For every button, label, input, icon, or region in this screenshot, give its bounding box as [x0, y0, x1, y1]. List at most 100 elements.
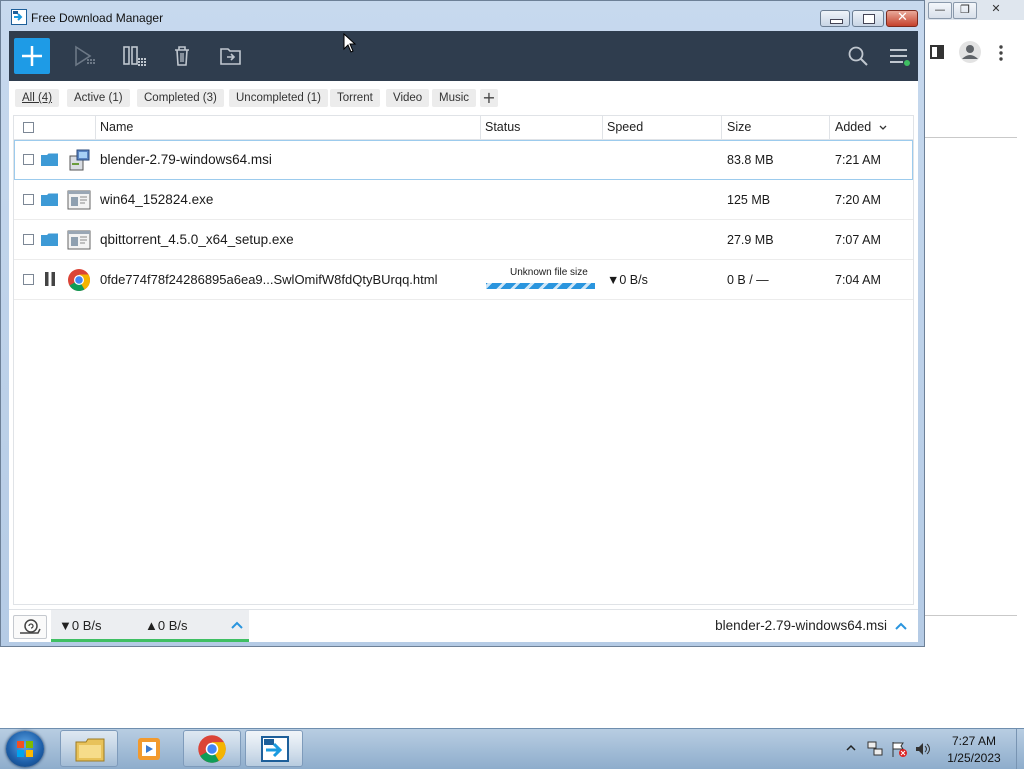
filter-completed[interactable]: Completed (3) [137, 89, 224, 107]
filter-music[interactable]: Music [432, 89, 477, 107]
filter-uncompleted[interactable]: Uncompleted (1) [229, 89, 329, 107]
taskbar-chrome[interactable] [183, 730, 241, 767]
clock-time[interactable]: 7:27 AM [934, 734, 1014, 748]
open-folder-icon[interactable] [41, 193, 58, 206]
divider [925, 615, 1017, 616]
added-time: 7:21 AM [835, 153, 881, 167]
show-desktop-button[interactable] [1016, 729, 1024, 769]
total-download-speed: ▼0 B/s [59, 618, 102, 633]
chrome-icon [198, 735, 226, 763]
restore-button[interactable] [852, 10, 884, 27]
divider [925, 137, 1017, 138]
background-browser-window: — ❐ ✕ [925, 0, 1024, 728]
row-checkbox[interactable] [23, 234, 34, 245]
taskbar-fdm[interactable] [245, 730, 303, 767]
add-filter-button[interactable]: + [480, 89, 498, 107]
window-titlebar[interactable]: Free Download Manager ✕ [1, 1, 924, 31]
taskbar: 7:27 AM 1/25/2023 [0, 728, 1024, 769]
bg-restore-button[interactable]: ❐ [953, 2, 977, 19]
column-separator [480, 116, 481, 139]
background-browser-toolbar [925, 36, 1024, 70]
pause-icon[interactable] [44, 272, 56, 286]
file-name: 0fde774f78f24286895a6ea9...SwlOmifW8fdQt… [100, 272, 438, 287]
msi-installer-icon [69, 149, 90, 171]
fdm-content: All (4) Active (1) Completed (3) Uncompl… [9, 31, 918, 642]
filter-all[interactable]: All (4) [15, 89, 60, 107]
file-size: 83.8 MB [727, 153, 774, 167]
added-time: 7:20 AM [835, 193, 881, 207]
row-checkbox[interactable] [23, 194, 34, 205]
list-header: Name Status Speed Size Added [14, 116, 913, 140]
kebab-menu-icon[interactable] [998, 44, 1004, 62]
column-status[interactable]: Status [485, 120, 520, 134]
row-checkbox[interactable] [23, 154, 34, 165]
file-size: 27.9 MB [727, 233, 774, 247]
exe-file-icon [67, 190, 91, 210]
filter-active[interactable]: Active (1) [67, 89, 130, 107]
move-to-folder-icon[interactable] [218, 44, 244, 68]
status-text: Unknown file size [510, 267, 588, 278]
column-added[interactable]: Added [835, 120, 871, 134]
search-icon[interactable] [845, 44, 871, 68]
file-name: qbittorrent_4.5.0_x64_setup.exe [100, 232, 294, 247]
clock-date[interactable]: 1/25/2023 [934, 751, 1014, 765]
volume-icon[interactable] [914, 740, 932, 758]
minimize-button[interactable] [820, 10, 850, 27]
column-size[interactable]: Size [727, 120, 751, 134]
media-player-icon [138, 738, 160, 760]
bg-close-button[interactable]: ✕ [985, 2, 1007, 17]
open-folder-icon[interactable] [41, 153, 58, 166]
download-row[interactable]: 0fde774f78f24286895a6ea9...SwlOmifW8fdQt… [14, 260, 913, 300]
open-folder-icon[interactable] [41, 233, 58, 246]
file-name: win64_152824.exe [100, 192, 214, 207]
download-row[interactable]: blender-2.79-windows64.msi 83.8 MB 7:21 … [14, 140, 913, 180]
show-hidden-icons[interactable] [846, 743, 856, 753]
network-icon[interactable] [866, 740, 884, 758]
close-icon: ✕ [897, 10, 908, 25]
trash-icon[interactable] [169, 44, 195, 68]
filter-tabs: All (4) Active (1) Completed (3) Uncompl… [9, 81, 918, 115]
taskbar-media-player[interactable] [121, 730, 179, 767]
main-toolbar [9, 31, 918, 81]
filter-torrent[interactable]: Torrent [330, 89, 380, 107]
download-list: Name Status Speed Size Added blender-2.7… [13, 115, 914, 605]
pause-all-icon[interactable] [121, 44, 147, 68]
main-menu-icon[interactable] [886, 44, 912, 68]
chevron-up-icon[interactable] [231, 621, 243, 629]
column-separator [95, 116, 96, 139]
speed-panel[interactable]: ▼0 B/s ▲0 B/s [51, 610, 249, 642]
chevron-up-icon[interactable] [895, 622, 907, 630]
start-button[interactable] [6, 731, 44, 767]
action-center-flag-icon[interactable] [890, 740, 908, 758]
fdm-app-icon [11, 9, 27, 25]
window-title: Free Download Manager [31, 11, 164, 25]
speed-value: 0 B/s [619, 273, 648, 287]
file-size: 0 B / — [727, 273, 769, 287]
windows-logo-icon [17, 741, 33, 757]
sidebar-toggle-icon[interactable] [929, 44, 945, 60]
fdm-window: Free Download Manager ✕ All (4) Active (… [0, 0, 925, 647]
close-button[interactable]: ✕ [886, 10, 918, 27]
background-browser-titlebar: — ❐ ✕ [925, 0, 1024, 20]
taskbar-explorer[interactable] [60, 730, 118, 767]
upload-speed-value: 0 B/s [157, 618, 188, 633]
speed-limit-button[interactable] [13, 615, 47, 639]
resume-icon[interactable] [71, 44, 97, 68]
download-row[interactable]: win64_152824.exe 125 MB 7:20 AM [14, 180, 913, 220]
exe-file-icon [67, 230, 91, 250]
profile-avatar-icon[interactable] [958, 40, 982, 64]
download-row[interactable]: qbittorrent_4.5.0_x64_setup.exe 27.9 MB … [14, 220, 913, 260]
column-speed[interactable]: Speed [607, 120, 643, 134]
plus-icon [22, 46, 42, 66]
filter-video[interactable]: Video [386, 89, 430, 107]
add-download-button[interactable] [14, 38, 50, 74]
indeterminate-progress-bar [486, 283, 595, 289]
row-checkbox[interactable] [23, 274, 34, 285]
select-all-checkbox[interactable] [23, 122, 34, 133]
restore-icon [863, 14, 875, 24]
added-time: 7:07 AM [835, 233, 881, 247]
column-name[interactable]: Name [100, 120, 133, 134]
column-separator [721, 116, 722, 139]
bg-minimize-button[interactable]: — [928, 2, 952, 19]
status-bar: ▼0 B/s ▲0 B/s blender-2.79-windows64.msi [9, 609, 918, 642]
